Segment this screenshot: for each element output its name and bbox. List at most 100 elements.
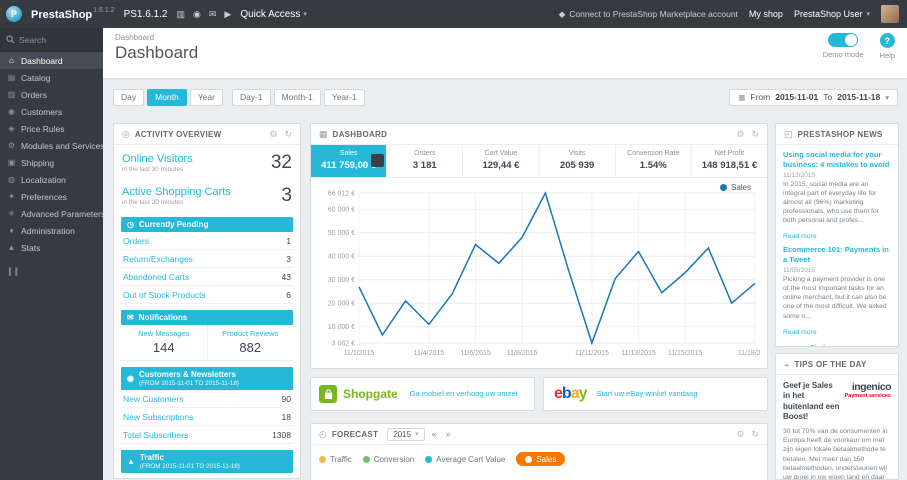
forecast-tab-average-cart-value[interactable]: Average Cart Value [425,455,505,464]
sidebar-item-stats[interactable]: ▲ Stats [0,239,103,256]
kpi-sales[interactable]: Sales 411 759,00 € [311,145,388,177]
sidebar-item-shipping[interactable]: ▣ Shipping [0,154,103,171]
user-menu[interactable]: PrestaShop User ▾ [794,9,870,19]
customers-icon[interactable]: ◉ [193,9,201,20]
shopgate-ad-link[interactable]: Ga mobiel en verhoog uw omzet [410,389,518,398]
quick-access-menu[interactable]: Quick Access ▾ [240,9,307,20]
breadcrumb[interactable]: Dashboard [115,33,907,42]
help-icon[interactable]: ? [879,33,895,48]
online-visitors-label[interactable]: Online Visitors [122,153,193,165]
google-analytics-link[interactable]: Link to your Google Analytics account [123,477,265,479]
find-more-news-link[interactable]: Find more news [783,343,891,346]
filter-year-button[interactable]: Year [189,88,223,106]
row-label[interactable]: Total Subscribers [123,430,188,440]
search-input[interactable] [19,34,97,45]
sidebar-item-price-rules[interactable]: ◈ Price Rules [0,120,103,137]
demo-mode-toggle[interactable] [828,33,859,47]
new-messages-value: 144 [152,340,175,355]
my-shop-link[interactable]: My shop [749,9,783,19]
filter-month-button[interactable]: Month [147,88,187,106]
product-reviews-cell: Product Reviews 882 [206,325,294,360]
filter-month-1-button[interactable]: Month-1 [273,88,321,106]
orders-icon: ▥ [7,90,16,99]
kpi-visits[interactable]: Visits 205 939 [540,145,616,177]
sidebar-collapse-toggle[interactable]: ▍▍ [9,268,94,276]
topbar-notification-icons: ▥ ◉ ✉ ▶ [176,9,231,20]
refresh-icon[interactable]: ↻ [751,429,759,440]
sidebar-item-label: Localization [21,174,66,185]
marketplace-link[interactable]: ◆ Connect to PrestaShop Marketplace acco… [559,9,738,20]
sidebar-item-dashboard[interactable]: ⌂ Dashboard [0,52,103,69]
refresh-icon[interactable]: ↻ [284,129,292,140]
kpi-orders[interactable]: Orders 3 181 [387,145,464,177]
forecast-tab-conversion[interactable]: Conversion [362,455,414,464]
sidebar-item-advanced-parameters[interactable]: ✳ Advanced Parameters [0,205,103,222]
sidebar-item-customers[interactable]: ◉ Customers [0,103,103,120]
filter-day-button[interactable]: Day [113,88,145,106]
row-label[interactable]: Orders [123,236,149,246]
forecast-next-button[interactable]: » [444,429,453,439]
kpi-net-profit[interactable]: Net Profit 148 918,51 € [692,145,767,177]
row-label[interactable]: New Customers [123,394,183,404]
row-label[interactable]: Return/Exchanges [123,254,193,264]
row-label[interactable]: Abandoned Carts [123,272,189,282]
news-article-title[interactable]: Using social media for your business: 4 … [783,150,891,170]
sidebar-item-label: Administration [21,225,75,236]
ingenico-brand-subtext: Payment services [844,393,891,399]
kpi-value: 205 939 [559,160,595,171]
ebay-ad-panel[interactable]: ebay Start uw eBay-winkel vandaag [543,377,768,411]
toggle-knob [845,34,858,46]
kpi-label: Cart Value [484,150,518,157]
date-filter-toolbar: Day Month Year Day-1 Month-1 Year-1 ▦ Fr… [113,87,898,107]
new-messages-label[interactable]: New Messages [121,329,207,338]
rocket-icon[interactable]: ▶ [224,9,231,20]
filter-day-1-button[interactable]: Day-1 [231,88,271,106]
active-carts-label[interactable]: Active Shopping Carts [122,186,231,198]
gear-icon[interactable]: ⚙ [736,429,744,440]
date-range-picker[interactable]: ▦ From 2015-11-01 To 2015-11-18 ▾ [729,88,898,106]
forecast-year-select[interactable]: 2015 ▾ [387,427,425,441]
read-more-link[interactable]: Read more [783,233,817,240]
messages-icon: ✉ [127,313,134,322]
active-carts-value: 3 [281,185,292,206]
ebay-ad-link[interactable]: Start uw eBay-winkel vandaag [597,389,698,398]
forecast-tab-traffic[interactable]: Traffic [319,455,352,464]
filter-year-1-button[interactable]: Year-1 [323,88,365,106]
cart-icon[interactable]: ▥ [176,9,185,20]
kpi-cart-value[interactable]: Cart Value 129,44 € [463,145,540,177]
shipping-icon: ▣ [7,158,16,167]
sidebar-item-label: Customers [21,106,63,117]
help-label: Help [879,51,895,60]
avatar[interactable] [881,5,899,23]
shopgate-logo-text: Shopgate [343,387,398,401]
gear-icon[interactable]: ⚙ [269,129,277,140]
brand-version: 1.6.1.2 [93,6,115,14]
news-article: Using social media for your business: 4 … [783,150,891,245]
sidebar-item-preferences[interactable]: ✦ Preferences [0,188,103,205]
date-to-value: 2015-11-18 [837,92,881,102]
gear-icon[interactable]: ⚙ [736,129,744,140]
shopgate-ad-panel[interactable]: Shopgate Ga mobiel en verhoog uw omzet [310,377,535,411]
kpi-detail-button[interactable] [371,154,385,167]
forecast-prev-button[interactable]: « [430,429,439,439]
refresh-icon[interactable]: ↻ [751,129,759,140]
news-article-title[interactable]: Ecommerce 101: Payments in a Tweet [783,245,891,265]
sidebar-item-catalog[interactable]: ▤ Catalog [0,69,103,86]
chart-legend[interactable]: Sales [719,183,751,192]
product-reviews-label[interactable]: Product Reviews [208,329,294,338]
read-more-link[interactable]: Read more [783,329,817,336]
stats-icon: ▲ [7,243,16,252]
kpi-conversion-rate[interactable]: Conversion Rate 1.54% [616,145,692,177]
sidebar-item-localization[interactable]: ◍ Localization [0,171,103,188]
row-label[interactable]: New Subscriptions [123,412,193,422]
forecast-tab-sales[interactable]: Sales [516,452,566,466]
prestashop-logo[interactable]: P [6,6,22,22]
forecast-panel: ◴ FORECAST 2015 ▾ « » ⚙ ↻ Traffic Conver… [310,423,768,480]
shop-name-link[interactable]: PS1.6.1.2 [124,9,168,20]
svg-text:40 000 €: 40 000 € [328,254,355,261]
sidebar-item-administration[interactable]: ♦ Administration [0,222,103,239]
sidebar-item-orders[interactable]: ▥ Orders [0,86,103,103]
messages-icon[interactable]: ✉ [209,9,217,20]
row-label[interactable]: Out of Stock Products [123,290,206,300]
sidebar-item-modules[interactable]: ⚙ Modules and Services [0,137,103,154]
